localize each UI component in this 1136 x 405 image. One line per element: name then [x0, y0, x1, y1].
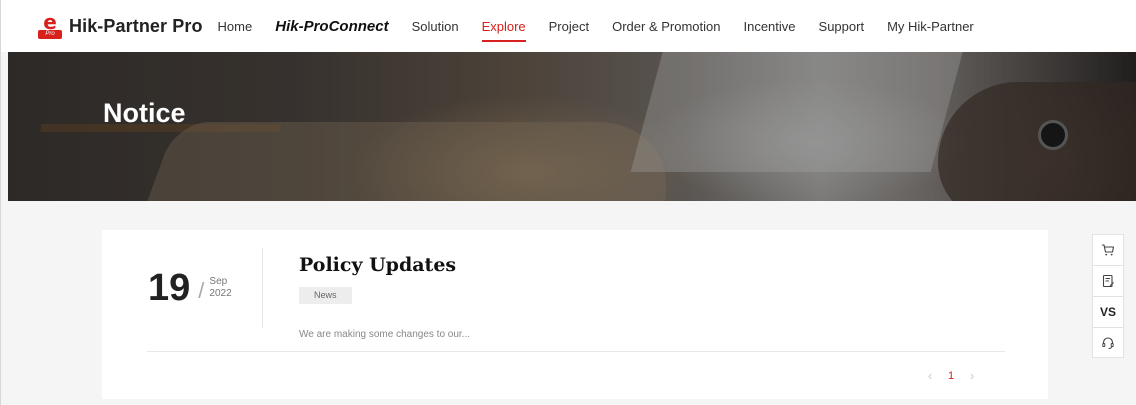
category-tag: News	[299, 287, 352, 304]
date-month: Sep	[209, 276, 228, 287]
main-nav: Home Hik-ProConnect Solution Explore Pro…	[218, 0, 997, 52]
floating-toolbar: VS	[1092, 234, 1124, 358]
logo[interactable]: e Pro Hik-Partner Pro	[38, 12, 203, 39]
edit-note-button[interactable]	[1092, 265, 1124, 296]
divider	[147, 351, 1005, 352]
notice-date: 19 / Sep 2022	[148, 268, 232, 308]
nav-item-support[interactable]: Support	[819, 0, 865, 52]
prev-page-button[interactable]: ‹	[920, 368, 940, 383]
hero-banner: Notice	[8, 52, 1136, 201]
page-title: Notice	[103, 98, 186, 128]
date-day: 19	[148, 267, 191, 309]
compare-vs-icon: VS	[1099, 305, 1116, 319]
next-page-button[interactable]: ›	[962, 368, 982, 383]
date-separator: /	[198, 278, 205, 303]
nav-item-home[interactable]: Home	[218, 0, 253, 52]
brand-name: Hik-Partner Pro	[69, 15, 203, 36]
date-year: 2022	[209, 288, 232, 299]
edit-note-icon	[1102, 274, 1114, 288]
pagination: ‹ 1 ›	[920, 368, 982, 383]
nav-item-incentive[interactable]: Incentive	[743, 0, 795, 52]
cart-icon	[1102, 244, 1115, 256]
nav-item-order-promotion[interactable]: Order & Promotion	[612, 0, 720, 52]
support-button[interactable]	[1092, 327, 1124, 358]
cart-button[interactable]	[1092, 234, 1124, 265]
nav-item-hik-proconnect[interactable]: Hik-ProConnect	[275, 0, 388, 52]
top-navigation-bar: e Pro Hik-Partner Pro Home Hik-ProConnec…	[1, 0, 1136, 52]
headset-support-icon	[1102, 336, 1114, 349]
nav-item-project[interactable]: Project	[549, 0, 589, 52]
notice-excerpt: We are making some changes to our...	[299, 329, 471, 340]
compare-button[interactable]: VS	[1092, 296, 1124, 327]
logo-badge-icon: e Pro	[38, 12, 62, 39]
nav-item-explore[interactable]: Explore	[481, 0, 526, 52]
notice-list-card: 19 / Sep 2022 Policy Updates News We are…	[102, 230, 1048, 399]
divider	[262, 248, 263, 328]
notice-title-link[interactable]: Policy Updates	[299, 254, 456, 276]
page-number-1[interactable]: 1	[940, 370, 962, 382]
nav-item-my-hik-partner[interactable]: My Hik-Partner	[887, 0, 974, 52]
date-month-year: Sep 2022	[209, 276, 231, 300]
nav-item-solution[interactable]: Solution	[412, 0, 459, 52]
page: e Pro Hik-Partner Pro Home Hik-ProConnec…	[0, 0, 1136, 405]
